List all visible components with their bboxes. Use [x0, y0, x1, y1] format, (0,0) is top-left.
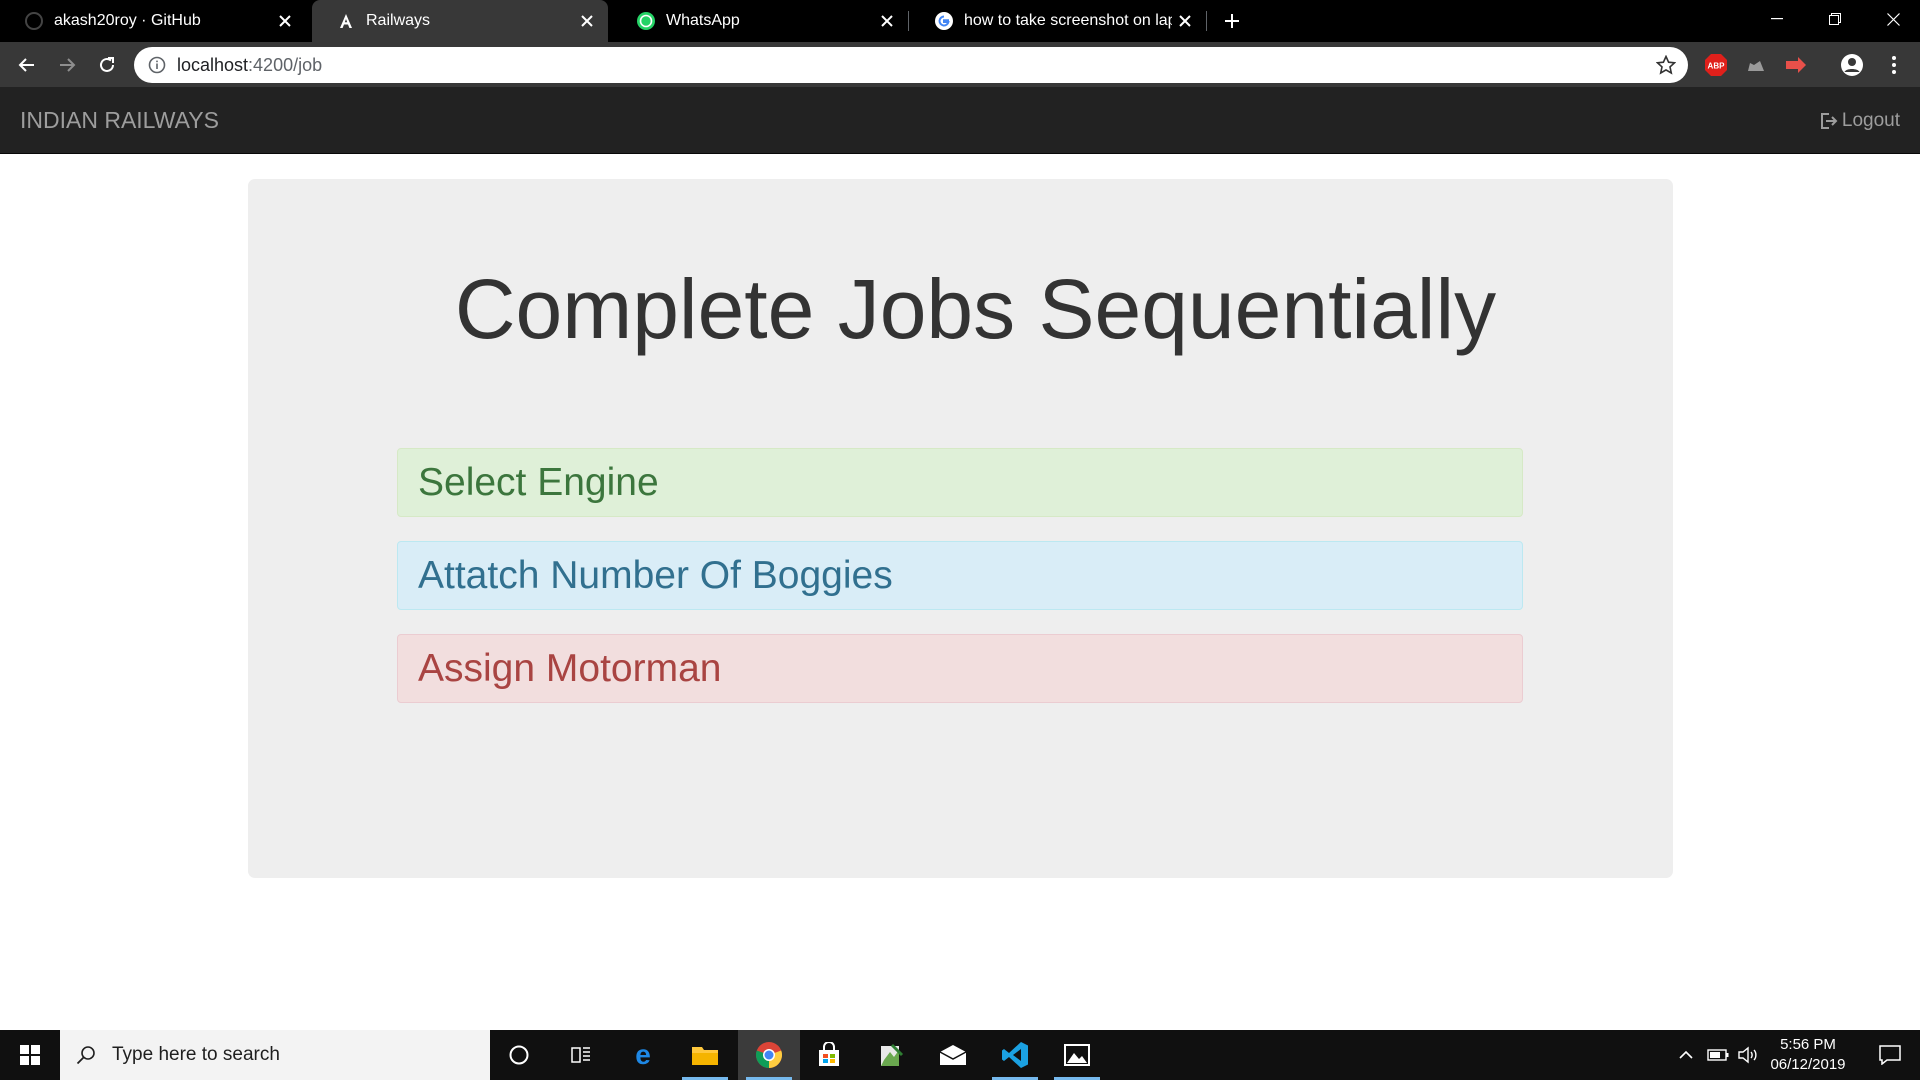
system-clock[interactable]: 5:56 PM 06/12/2019	[1760, 1035, 1856, 1075]
clock-date: 06/12/2019	[1770, 1056, 1846, 1073]
close-window-button[interactable]	[1864, 0, 1920, 38]
tab-divider	[1206, 11, 1207, 31]
profile-icon[interactable]	[1840, 53, 1864, 77]
close-icon[interactable]	[874, 8, 900, 34]
svg-text:e: e	[635, 1041, 651, 1069]
task-view-icon[interactable]	[550, 1030, 612, 1080]
new-tab-button[interactable]	[1218, 7, 1246, 35]
logout-link[interactable]: Logout	[1820, 87, 1900, 154]
start-button[interactable]	[0, 1030, 60, 1080]
angular-icon	[336, 11, 356, 31]
chrome-icon[interactable]	[738, 1030, 800, 1080]
back-button[interactable]	[12, 50, 42, 80]
show-hidden-icons[interactable]	[1674, 1030, 1698, 1080]
close-icon[interactable]	[1172, 8, 1198, 34]
page-title: Complete Jobs Sequentially	[454, 262, 1497, 356]
close-icon[interactable]	[272, 8, 298, 34]
notepad-icon[interactable]	[860, 1030, 922, 1080]
jobs-panel: Complete Jobs Sequentially Select Engine…	[248, 179, 1673, 878]
reload-button[interactable]	[92, 50, 122, 80]
tab-google-search[interactable]: how to take screenshot on laptop	[910, 0, 1206, 42]
cloud-extension-icon[interactable]	[1744, 53, 1768, 77]
url-host: localhost	[177, 55, 249, 75]
tab-title: akash20roy · GitHub	[54, 12, 201, 29]
mail-icon[interactable]	[922, 1030, 984, 1080]
browser-toolbar: localhost:4200/job ABP	[0, 42, 1920, 87]
adblock-icon[interactable]: ABP	[1704, 53, 1728, 77]
logout-label: Logout	[1841, 109, 1900, 131]
clock-time: 5:56 PM	[1780, 1036, 1836, 1053]
cortana-icon[interactable]	[488, 1030, 550, 1080]
job-assign-motorman[interactable]: Assign Motorman	[397, 634, 1523, 703]
tab-whatsapp[interactable]: WhatsApp	[612, 0, 908, 42]
vscode-icon[interactable]	[984, 1030, 1046, 1080]
tab-strip: akash20roy · GitHub Railways WhatsApp ho…	[0, 0, 1920, 42]
file-explorer-icon[interactable]	[674, 1030, 736, 1080]
notification-icon[interactable]	[1866, 1030, 1914, 1080]
job-select-engine[interactable]: Select Engine	[397, 448, 1523, 517]
tab-divider	[908, 11, 909, 31]
forward-button[interactable]	[52, 50, 82, 80]
red-extension-icon[interactable]	[1784, 53, 1808, 77]
store-icon[interactable]	[798, 1030, 860, 1080]
github-icon	[24, 11, 44, 31]
bookmark-star-icon[interactable]	[1656, 55, 1676, 75]
restore-button[interactable]	[1806, 0, 1864, 38]
taskbar-search[interactable]: Type here to search	[60, 1030, 490, 1080]
close-icon[interactable]	[574, 8, 600, 34]
brand-link[interactable]: INDIAN RAILWAYS	[20, 87, 219, 154]
logout-icon	[1820, 112, 1838, 129]
search-icon	[76, 1046, 95, 1065]
minimize-button[interactable]	[1748, 0, 1806, 38]
whatsapp-icon	[636, 11, 656, 31]
tab-title: Railways	[366, 12, 431, 29]
address-bar[interactable]: localhost:4200/job	[134, 47, 1688, 83]
job-attach-boggies[interactable]: Attatch Number Of Boggies	[397, 541, 1523, 610]
google-icon	[934, 11, 954, 31]
volume-icon[interactable]	[1734, 1030, 1762, 1080]
app-navbar: INDIAN RAILWAYS Logout	[0, 87, 1920, 154]
tab-railways[interactable]: Railways	[312, 0, 608, 42]
menu-icon[interactable]	[1882, 53, 1906, 77]
photos-icon[interactable]	[1046, 1030, 1108, 1080]
windows-taskbar: Type here to search e 5:56 PM 06/12/2019	[0, 1030, 1920, 1080]
search-placeholder: Type here to search	[112, 1044, 280, 1065]
url-path: :4200/job	[248, 55, 323, 75]
windows-icon	[20, 1045, 40, 1065]
info-icon[interactable]	[148, 56, 166, 74]
tab-github[interactable]: akash20roy · GitHub	[0, 0, 306, 42]
edge-icon[interactable]: e	[612, 1030, 674, 1080]
url-text: localhost:4200/job	[177, 47, 322, 83]
battery-icon[interactable]	[1704, 1030, 1732, 1080]
tab-title: WhatsApp	[666, 12, 740, 29]
svg-text:ABP: ABP	[1708, 62, 1726, 71]
tab-title: how to take screenshot on laptop	[964, 12, 1172, 29]
